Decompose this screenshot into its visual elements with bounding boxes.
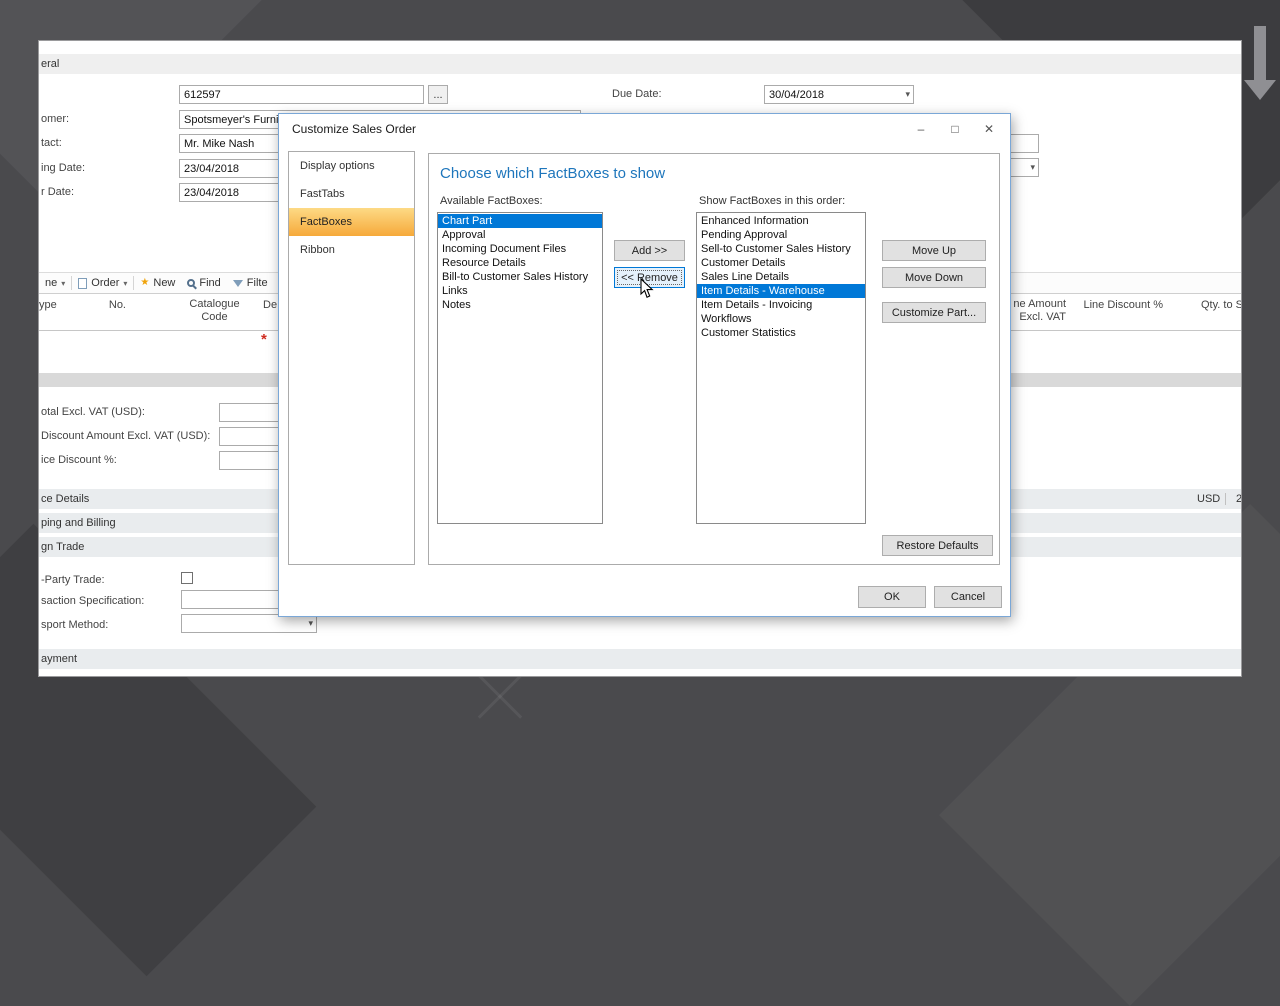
order-no-lookup-button[interactable]: ... <box>428 85 448 104</box>
total-excl-vat-label: otal Excl. VAT (USD): <box>41 406 145 418</box>
chevron-down-icon: ▾ <box>123 279 127 288</box>
dialog-titlebar[interactable]: Customize Sales Order – □ ✕ <box>279 114 1010 144</box>
down-arrow-icon <box>1244 26 1276 100</box>
due-date-label: Due Date: <box>612 88 662 100</box>
new-line-button[interactable]: ★ New <box>134 273 181 293</box>
contact-label: tact: <box>41 137 62 149</box>
col-line-discount-header[interactable]: Line Discount % <box>1079 299 1163 312</box>
filter-icon <box>233 280 243 287</box>
ok-button[interactable]: OK <box>858 586 926 608</box>
close-button[interactable]: ✕ <box>972 114 1006 144</box>
search-icon <box>187 279 195 287</box>
list-item[interactable]: Item Details - Warehouse <box>697 284 865 298</box>
list-item[interactable]: Workflows <box>697 312 865 326</box>
find-button[interactable]: Find <box>181 273 226 293</box>
transaction-spec-label: saction Specification: <box>41 595 144 607</box>
add-button[interactable]: Add >> <box>614 240 685 261</box>
list-item[interactable]: Pending Approval <box>697 228 865 242</box>
list-item[interactable]: Sales Line Details <box>697 270 865 284</box>
list-item[interactable]: Enhanced Information <box>697 214 865 228</box>
window-controls: – □ ✕ <box>904 114 1006 144</box>
list-item[interactable]: Approval <box>438 228 602 242</box>
list-item[interactable]: Notes <box>438 298 602 312</box>
fasttab-general-label: eral <box>41 58 59 70</box>
col-qty-header[interactable]: Qty. to S <box>1201 299 1242 312</box>
posting-date-label: ing Date: <box>41 162 85 174</box>
sidebar-item-factboxes[interactable]: FactBoxes <box>289 208 414 236</box>
party-trade-label: -Party Trade: <box>41 574 105 586</box>
col-type-header[interactable]: ype <box>39 299 57 312</box>
list-item[interactable]: Sell-to Customer Sales History <box>697 242 865 256</box>
chevron-down-icon[interactable]: ▾ <box>905 89 910 100</box>
restore-defaults-button[interactable]: Restore Defaults <box>882 535 993 556</box>
transport-method-label: sport Method: <box>41 619 108 631</box>
dialog-title: Customize Sales Order <box>292 122 416 136</box>
customer-label: omer: <box>41 113 69 125</box>
list-item[interactable]: Item Details - Invoicing <box>697 298 865 312</box>
order-date-label: r Date: <box>41 186 74 198</box>
minimize-button[interactable]: – <box>904 114 938 144</box>
available-factboxes-list: Chart Part Approval Incoming Document Fi… <box>437 212 603 524</box>
sidebar-item-display-options[interactable]: Display options <box>289 152 414 180</box>
backdrop-stripe <box>478 674 523 719</box>
chevron-down-icon[interactable]: ▾ <box>308 618 313 629</box>
chevron-down-icon: ▾ <box>61 279 65 288</box>
chevron-down-icon[interactable]: ▾ <box>1030 162 1035 173</box>
line-menu[interactable]: ne ▾ <box>39 273 71 293</box>
invoice-discount-label: ice Discount %: <box>41 454 117 466</box>
list-item[interactable]: Incoming Document Files <box>438 242 602 256</box>
move-up-button[interactable]: Move Up <box>882 240 986 261</box>
fasttab-general[interactable]: eral <box>39 54 1242 74</box>
mouse-cursor <box>640 278 654 299</box>
factboxes-panel: Choose which FactBoxes to show Available… <box>428 153 1000 565</box>
new-icon: ★ <box>140 278 149 288</box>
required-field-marker: * <box>261 331 267 348</box>
list-item[interactable]: Bill-to Customer Sales History <box>438 270 602 284</box>
customize-sales-order-dialog: Customize Sales Order – □ ✕ Display opti… <box>278 113 1011 617</box>
shown-factboxes-list: Enhanced Information Pending Approval Se… <box>696 212 866 524</box>
cancel-button[interactable]: Cancel <box>934 586 1002 608</box>
col-description-header[interactable]: De <box>263 299 277 312</box>
col-catalogue-header[interactable]: Catalogue Code <box>177 298 252 324</box>
party-trade-checkbox[interactable] <box>181 572 193 584</box>
maximize-button[interactable]: □ <box>938 114 972 144</box>
show-factboxes-label: Show FactBoxes in this order: <box>699 195 845 207</box>
summary-currency: USD <box>1197 493 1220 505</box>
fasttab-payment[interactable]: ayment <box>39 649 1242 669</box>
document-icon <box>78 278 87 289</box>
col-no-header[interactable]: No. <box>94 299 126 312</box>
available-factboxes-label: Available FactBoxes: <box>440 195 543 207</box>
discount-amount-label: Discount Amount Excl. VAT (USD): <box>41 430 210 442</box>
panel-heading: Choose which FactBoxes to show <box>440 165 665 182</box>
due-date-field[interactable]: 30/04/2018 ▾ <box>764 85 914 104</box>
summary-partial-value: 23 <box>1225 493 1242 505</box>
sidebar-item-ribbon[interactable]: Ribbon <box>289 236 414 264</box>
list-item[interactable]: Customer Details <box>697 256 865 270</box>
list-item[interactable]: Chart Part <box>438 214 602 228</box>
list-item[interactable]: Customer Statistics <box>697 326 865 340</box>
dialog-sidebar: Display options FastTabs FactBoxes Ribbo… <box>288 151 415 565</box>
move-down-button[interactable]: Move Down <box>882 267 986 288</box>
list-item[interactable]: Resource Details <box>438 256 602 270</box>
order-no-field[interactable]: 612597 <box>179 85 424 104</box>
backdrop-stripe <box>478 674 523 719</box>
filter-button[interactable]: Filte <box>227 273 274 293</box>
list-item[interactable]: Links <box>438 284 602 298</box>
customize-part-button[interactable]: Customize Part... <box>882 302 986 323</box>
order-menu[interactable]: Order ▾ <box>72 273 133 293</box>
sidebar-item-fasttabs[interactable]: FastTabs <box>289 180 414 208</box>
